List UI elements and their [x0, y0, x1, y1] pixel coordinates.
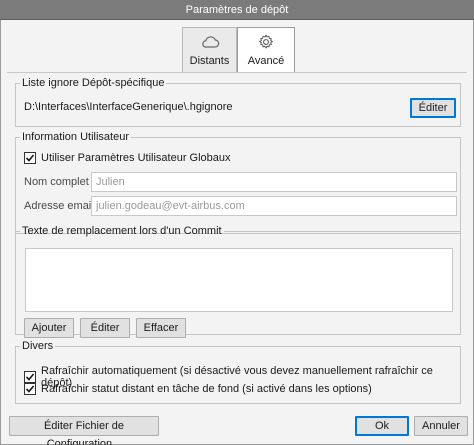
edit-replacement-button-label: Éditer [90, 322, 120, 334]
edit-replacement-button[interactable]: Éditer [80, 318, 130, 338]
commit-text-list[interactable] [25, 248, 453, 312]
clear-replacement-button-label: Effacer [143, 322, 179, 334]
ok-button[interactable]: Ok [355, 416, 409, 436]
use-global-label: Utiliser Paramètres Utilisateur Globaux [41, 152, 231, 164]
misc-legend: Divers [22, 340, 54, 352]
checkmark-icon [25, 154, 35, 162]
add-replacement-button-label: Ajouter [31, 322, 67, 334]
tab-distants[interactable]: Distants [182, 27, 237, 72]
user-info-legend: Information Utilisateur [22, 131, 129, 143]
ignore-list-group: Liste ignore Dépôt-spécifique D:\Interfa… [15, 77, 461, 127]
edit-config-file-button[interactable]: Éditer Fichier de Configuration... [9, 416, 159, 445]
checkmark-icon [25, 385, 35, 393]
use-global-checkbox-box[interactable] [24, 152, 36, 164]
remote-refresh-checkbox-box[interactable] [24, 383, 36, 395]
misc-group: Divers Rafraîchir automatiquement (si dé… [15, 340, 461, 404]
tab-distants-label: Distants [189, 55, 230, 67]
edit-config-file-button-label: Éditer Fichier de Configuration... [43, 420, 125, 445]
fullname-label: Nom complet : [24, 176, 95, 188]
add-replacement-button[interactable]: Ajouter [24, 318, 74, 338]
ignore-list-legend: Liste ignore Dépôt-spécifique [22, 77, 165, 89]
window-title: Paramètres de dépôt [0, 0, 474, 20]
tab-avance-label: Avancé [247, 55, 285, 67]
edit-ignore-button-label: Éditer [418, 102, 448, 114]
auto-refresh-checkbox-box[interactable] [24, 371, 36, 383]
commit-text-group: Texte de remplacement lors d'un Commit A… [15, 225, 461, 338]
commit-text-legend: Texte de remplacement lors d'un Commit [22, 225, 222, 237]
email-label: Adresse email : [24, 200, 100, 212]
cancel-button-label: Annuler [422, 420, 460, 432]
clear-replacement-button[interactable]: Effacer [136, 318, 186, 338]
user-info-group: Information Utilisateur Utiliser Paramèt… [15, 131, 461, 234]
settings-window: Distants Avancé Liste ignore Dépôt-spéci… [0, 20, 474, 445]
fullname-field[interactable]: Julien [91, 172, 457, 192]
tab-avance[interactable]: Avancé [237, 27, 295, 73]
tab-content-border [7, 72, 467, 73]
edit-ignore-button[interactable]: Éditer [410, 98, 456, 118]
cloud-icon [201, 36, 219, 48]
cancel-button[interactable]: Annuler [414, 416, 468, 436]
ok-button-label: Ok [374, 420, 390, 432]
checkmark-icon [25, 373, 35, 381]
ignore-file-path: D:\Interfaces\InterfaceGenerique\.hgigno… [24, 101, 233, 113]
email-field[interactable]: julien.godeau@evt-airbus.com [91, 196, 457, 216]
use-global-settings-checkbox[interactable]: Utiliser Paramètres Utilisateur Globaux [24, 152, 231, 164]
remote-refresh-checkbox[interactable]: Rafraîchir statut distant en tâche de fo… [24, 383, 372, 395]
remote-refresh-label: Rafraîchir statut distant en tâche de fo… [41, 383, 372, 395]
gear-icon [259, 34, 273, 49]
